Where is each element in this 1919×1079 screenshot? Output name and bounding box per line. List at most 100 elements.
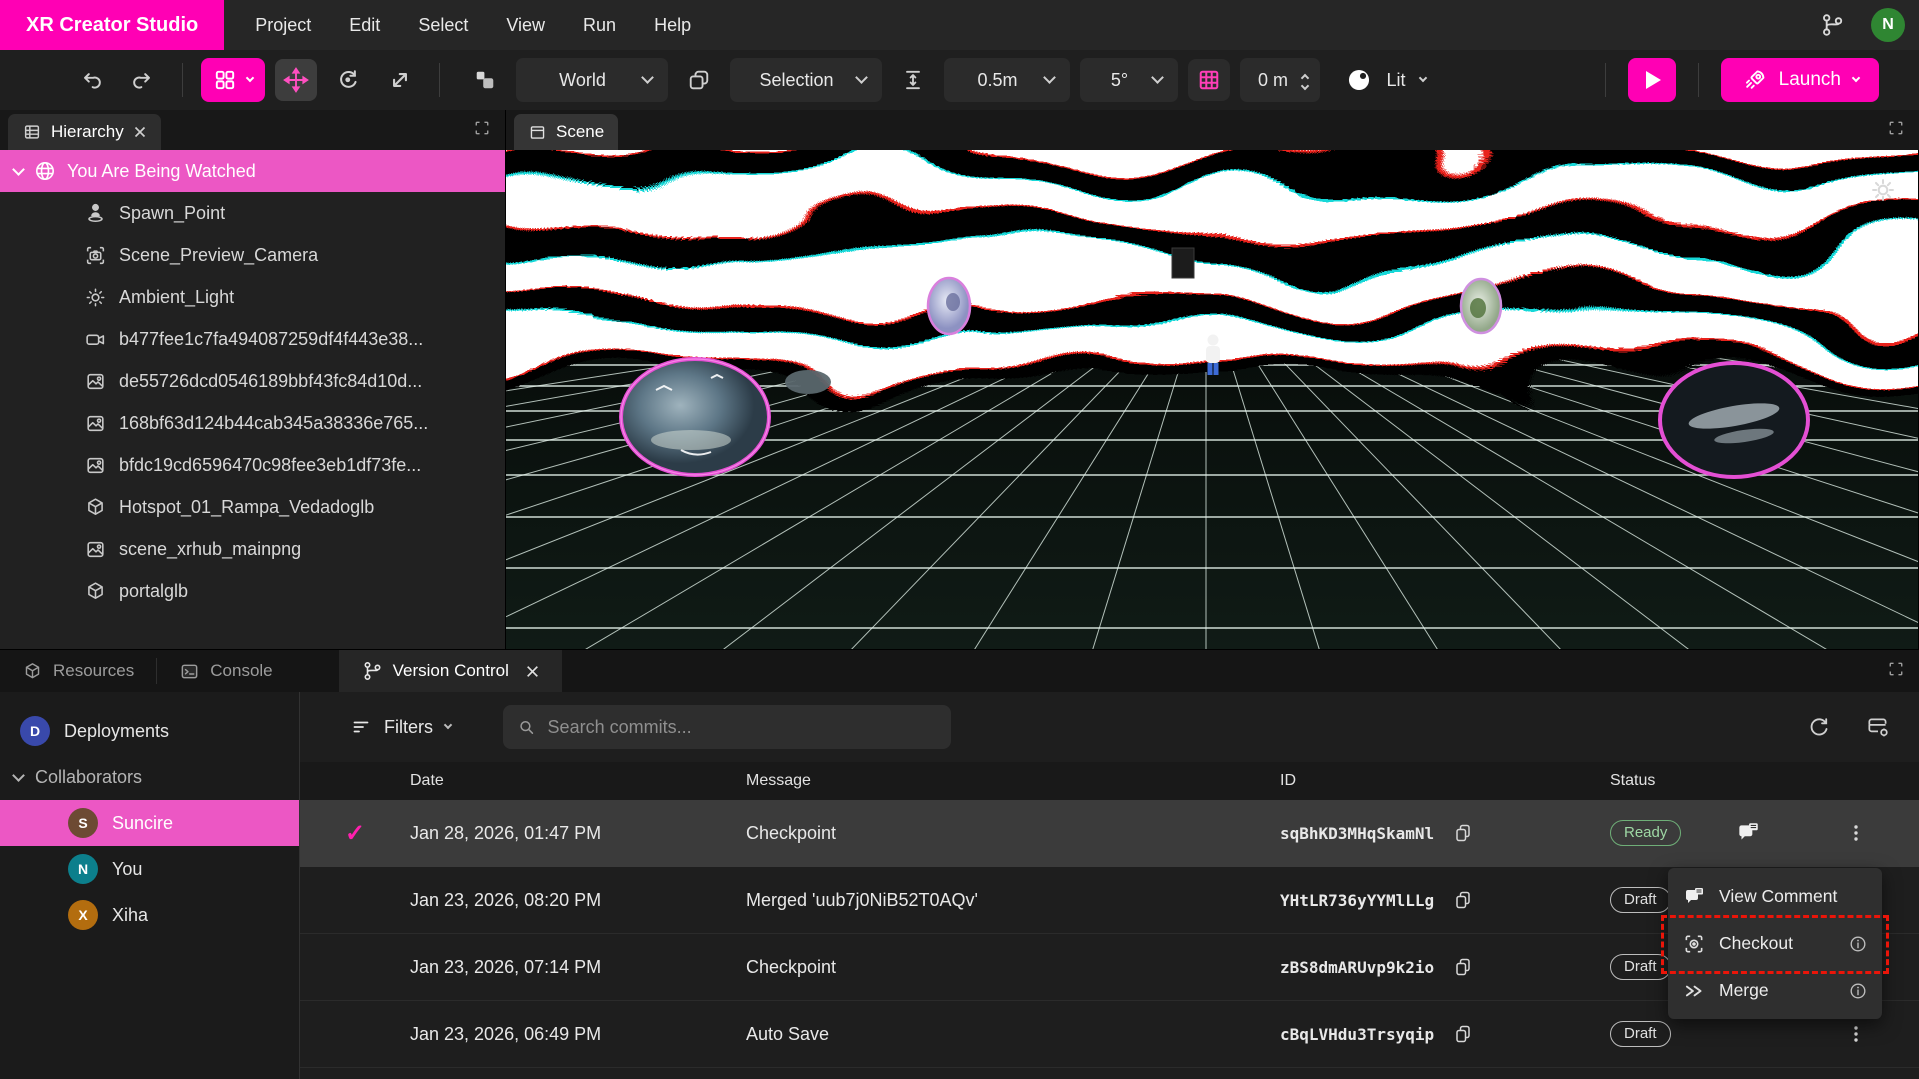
selection-mode-dropdown[interactable]: Selection <box>730 58 882 102</box>
collaborator-you[interactable]: N You <box>0 846 299 892</box>
column-message[interactable]: Message <box>746 772 1280 790</box>
hierarchy-item[interactable]: de55726dcd0546189bbf43fc84d10d... <box>0 360 505 402</box>
console-tab-label: Console <box>210 661 272 681</box>
rotate-snap-dropdown[interactable]: 5° <box>1080 58 1178 102</box>
commit-date: Jan 28, 2026, 01:47 PM <box>410 823 746 844</box>
undo-button[interactable] <box>70 59 112 101</box>
scale-icon <box>387 67 413 93</box>
collaborators-group-header[interactable]: Collaborators <box>0 754 299 800</box>
move-icon <box>283 67 309 93</box>
hierarchy-item[interactable]: Ambient_Light <box>0 276 505 318</box>
hierarchy-item[interactable]: Spawn_Point <box>0 192 505 234</box>
toolbar: World Selection 0.5m 5° <box>0 50 1919 110</box>
chevron-down-icon <box>1419 73 1427 81</box>
pivot-button[interactable] <box>464 59 506 101</box>
scale-tool-button[interactable] <box>379 59 421 101</box>
hierarchy-item-label: scene_xrhub_mainpng <box>119 539 301 560</box>
tab-console[interactable]: Console <box>157 650 294 692</box>
filters-button[interactable]: Filters <box>350 716 451 738</box>
menu-edit[interactable]: Edit <box>332 0 397 50</box>
menu-help[interactable]: Help <box>637 0 708 50</box>
hierarchy-root-item[interactable]: You Are Being Watched <box>0 150 505 192</box>
menu-select[interactable]: Select <box>401 0 485 50</box>
expand-panel-icon[interactable] <box>1887 119 1905 137</box>
scene-settings-gear-icon[interactable] <box>1869 176 1897 204</box>
toolbar-separator <box>1698 63 1699 97</box>
world-dropdown[interactable]: World <box>516 58 668 102</box>
hierarchy-item[interactable]: portalglb <box>0 570 505 612</box>
search-commits-box[interactable] <box>503 705 951 749</box>
menu-item-merge[interactable]: Merge <box>1668 967 1882 1014</box>
hierarchy-item-label: b477fee1c7fa494087259df4f443e38... <box>119 329 423 350</box>
hierarchy-item[interactable]: b477fee1c7fa494087259df4f443e38... <box>0 318 505 360</box>
launch-button[interactable]: Launch <box>1721 58 1879 102</box>
commit-settings-icon[interactable] <box>1865 714 1891 740</box>
layout-grid-dropdown[interactable] <box>201 58 265 102</box>
sidebar-item-deployments[interactable]: D Deployments <box>0 708 299 754</box>
menu-view[interactable]: View <box>489 0 562 50</box>
menu-item-view-comment[interactable]: View Comment <box>1668 873 1882 920</box>
branch-icon[interactable] <box>1819 12 1845 38</box>
branch-icon <box>361 660 383 682</box>
copy-icon[interactable] <box>1452 956 1474 978</box>
elevation-stepper[interactable]: 0 m <box>1240 58 1320 102</box>
expand-panel-icon[interactable] <box>1887 660 1905 678</box>
search-commits-input[interactable] <box>548 717 937 738</box>
user-avatar[interactable]: N <box>1871 8 1905 42</box>
close-icon[interactable] <box>525 664 540 679</box>
info-icon[interactable] <box>1848 981 1868 1001</box>
cube-icon <box>22 661 43 682</box>
hierarchy-item[interactable]: Scene_Preview_Camera <box>0 234 505 276</box>
collaborator-suncire[interactable]: S Suncire <box>0 800 299 846</box>
column-status[interactable]: Status <box>1580 772 1735 790</box>
menu-item-checkout[interactable]: Checkout <box>1668 920 1882 967</box>
expand-panel-icon[interactable] <box>473 119 491 137</box>
move-tool-button[interactable] <box>275 59 317 101</box>
camera-icon <box>84 244 107 267</box>
scene-canvas[interactable] <box>506 150 1919 649</box>
tab-scene[interactable]: Scene <box>514 114 618 150</box>
tab-hierarchy[interactable]: Hierarchy <box>8 114 161 150</box>
move-snap-dropdown[interactable]: 0.5m <box>944 58 1070 102</box>
row-kebab-menu-icon[interactable] <box>1830 822 1919 844</box>
menu-run[interactable]: Run <box>566 0 633 50</box>
menu-project[interactable]: Project <box>238 0 328 50</box>
column-id[interactable]: ID <box>1280 772 1580 790</box>
grid-toggle-button[interactable] <box>1188 59 1230 101</box>
overlap-mode-button[interactable] <box>678 59 720 101</box>
hierarchy-item[interactable]: bfdc19cd6596470c98fee3eb1df73fe... <box>0 444 505 486</box>
chevron-down-icon <box>12 769 25 782</box>
hierarchy-item[interactable]: 168bf63d124b44cab345a38336e765... <box>0 402 505 444</box>
vertical-snap-button[interactable] <box>892 59 934 101</box>
collaborator-xiha[interactable]: X Xiha <box>0 892 299 938</box>
hierarchy-tab-label: Hierarchy <box>51 122 124 142</box>
comment-icon[interactable] <box>1735 820 1830 846</box>
hierarchy-item[interactable]: scene_xrhub_mainpng <box>0 528 505 570</box>
chevron-down-icon[interactable] <box>1301 82 1309 90</box>
tab-version-control[interactable]: Version Control <box>339 650 562 692</box>
rotate-tool-button[interactable] <box>327 59 369 101</box>
copy-icon[interactable] <box>1452 889 1474 911</box>
chevron-down-icon[interactable] <box>12 163 25 176</box>
xr-creator-studio-app: XR Creator Studio Project Edit Select Vi… <box>0 0 1919 1079</box>
play-button[interactable] <box>1628 58 1676 102</box>
close-icon[interactable] <box>133 125 147 139</box>
column-date[interactable]: Date <box>410 772 746 790</box>
toolbar-separator <box>182 63 183 97</box>
info-icon[interactable] <box>1848 934 1868 954</box>
toolbar-separator <box>439 63 440 97</box>
pivot-icon <box>472 67 498 93</box>
commit-row[interactable]: ✓ Jan 28, 2026, 01:47 PM Checkpoint sqBh… <box>300 800 1919 867</box>
copy-icon[interactable] <box>1452 1023 1474 1045</box>
tab-resources[interactable]: Resources <box>0 650 156 692</box>
row-kebab-menu-icon[interactable] <box>1830 1023 1919 1045</box>
commit-id: YHtLR736yYYMlLLg <box>1280 891 1434 910</box>
render-mode-value: Lit <box>1382 70 1410 91</box>
refresh-icon[interactable] <box>1807 715 1831 739</box>
hierarchy-item[interactable]: Hotspot_01_Rampa_Vedadoglb <box>0 486 505 528</box>
copy-icon[interactable] <box>1452 822 1474 844</box>
launch-label: Launch <box>1779 69 1841 91</box>
render-mode-dropdown[interactable]: Lit <box>1330 58 1442 102</box>
merge-icon <box>1682 979 1706 1003</box>
redo-button[interactable] <box>122 59 164 101</box>
